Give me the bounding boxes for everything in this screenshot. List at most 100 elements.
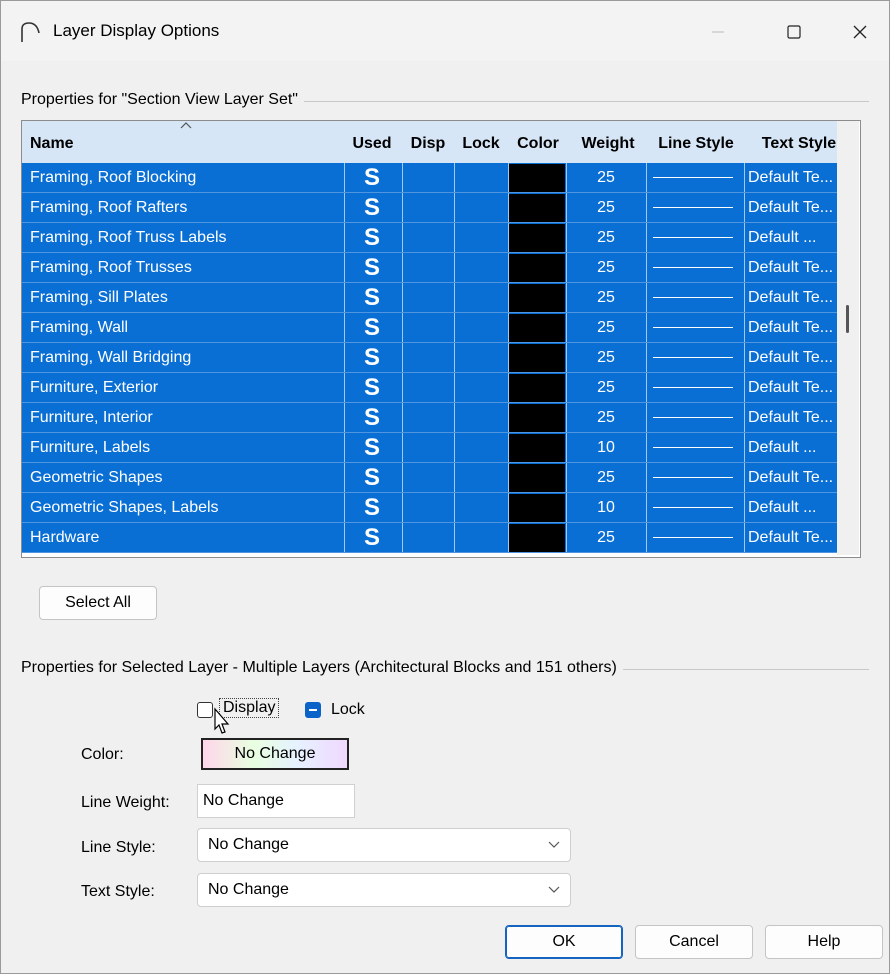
select-all-button[interactable]: Select All [39,586,157,620]
line-weight-input[interactable] [197,784,355,818]
color-swatch-cell[interactable] [509,164,565,192]
scrollbar-thumb[interactable] [846,305,849,333]
layer-name: Framing, Roof Rafters [30,199,188,216]
line-weight-value[interactable]: 25 [568,223,644,252]
table-row[interactable]: Furniture, Exterior S 25 Default Te... [22,373,858,403]
used-indicator[interactable]: S [344,463,400,492]
table-scrollbar[interactable] [837,121,859,555]
line-style-preview[interactable] [653,237,733,238]
used-indicator[interactable]: S [344,403,400,432]
table-row[interactable]: Framing, Roof Rafters S 25 Default Te... [22,193,858,223]
line-style-preview[interactable] [653,447,733,448]
layer-name: Framing, Sill Plates [30,289,168,306]
line-style-preview[interactable] [653,537,733,538]
used-indicator[interactable]: S [344,433,400,462]
used-indicator[interactable]: S [344,253,400,282]
line-weight-value[interactable]: 25 [568,373,644,402]
line-weight-value[interactable]: 25 [568,253,644,282]
column-header-used[interactable]: Used [344,121,400,163]
column-header-lock[interactable]: Lock [454,121,508,163]
layer-display-options-dialog: Layer Display Options Properties for "Se… [0,0,890,974]
table-row[interactable]: Framing, Roof Truss Labels S 25 Default … [22,223,858,253]
column-header-disp[interactable]: Disp [402,121,454,163]
line-style-preview[interactable] [653,507,733,508]
lock-checkbox-indeterminate[interactable] [305,702,321,718]
line-style-select[interactable]: No Change [197,828,571,862]
table-row[interactable]: Geometric Shapes S 25 Default Te... [22,463,858,493]
table-row[interactable]: Furniture, Interior S 25 Default Te... [22,403,858,433]
line-style-preview[interactable] [653,477,733,478]
layer-name: Hardware [30,529,100,546]
color-swatch-cell[interactable] [509,404,565,432]
line-style-preview[interactable] [653,207,733,208]
color-swatch-cell[interactable] [509,254,565,282]
layer-name: Geometric Shapes [30,469,163,486]
layer-table[interactable]: Name Used Disp Lock Color Weight Line St… [21,120,861,558]
line-weight-value[interactable]: 10 [568,493,644,522]
used-indicator[interactable]: S [344,193,400,222]
table-row[interactable]: Hardware S 25 Default Te... [22,523,858,553]
table-row[interactable]: Framing, Roof Trusses S 25 Default Te... [22,253,858,283]
title-bar: Layer Display Options [1,1,889,61]
used-indicator[interactable]: S [344,373,400,402]
line-style-preview[interactable] [653,297,733,298]
ok-button[interactable]: OK [505,925,623,959]
layer-name: Geometric Shapes, Labels [30,499,219,516]
table-row[interactable]: Framing, Roof Blocking S 25 Default Te..… [22,163,858,193]
color-swatch-cell[interactable] [509,224,565,252]
line-style-preview[interactable] [653,417,733,418]
line-weight-value[interactable]: 25 [568,523,644,552]
line-style-preview[interactable] [653,327,733,328]
column-header-line-style[interactable]: Line Style [648,121,744,163]
color-swatch-cell[interactable] [509,434,565,462]
line-style-preview[interactable] [653,357,733,358]
color-swatch-cell[interactable] [509,464,565,492]
color-swatch-cell[interactable] [509,344,565,372]
color-picker-button[interactable]: No Change [201,738,349,770]
table-row[interactable]: Furniture, Labels S 10 Default ... [22,433,858,463]
line-weight-value[interactable]: 25 [568,343,644,372]
line-style-label: Line Style: [81,839,156,856]
line-weight-value[interactable]: 25 [568,163,644,192]
text-style-select[interactable]: No Change [197,873,571,907]
table-row[interactable]: Framing, Sill Plates S 25 Default Te... [22,283,858,313]
cancel-button[interactable]: Cancel [635,925,753,959]
line-weight-value[interactable]: 25 [568,193,644,222]
line-style-preview[interactable] [653,177,733,178]
color-swatch-cell[interactable] [509,374,565,402]
help-button[interactable]: Help [765,925,883,959]
line-style-preview[interactable] [653,267,733,268]
color-swatch-cell[interactable] [509,314,565,342]
table-row[interactable]: Framing, Wall S 25 Default Te... [22,313,858,343]
lock-label[interactable]: Lock [331,701,365,719]
line-style-preview[interactable] [653,387,733,388]
table-row[interactable]: Geometric Shapes, Labels S 10 Default ..… [22,493,858,523]
color-swatch-cell[interactable] [509,524,565,552]
maximize-button[interactable] [771,15,817,49]
used-indicator[interactable]: S [344,313,400,342]
layer-name: Framing, Roof Trusses [30,259,192,276]
chevron-down-icon [548,841,560,848]
color-swatch-cell[interactable] [509,194,565,222]
selected-layer-group-label: Properties for Selected Layer - Multiple… [21,659,623,677]
line-weight-value[interactable]: 25 [568,463,644,492]
line-weight-value[interactable]: 25 [568,283,644,312]
minimize-button[interactable] [695,15,741,49]
used-indicator[interactable]: S [344,493,400,522]
color-swatch-cell[interactable] [509,494,565,522]
used-indicator[interactable]: S [344,343,400,372]
column-header-weight[interactable]: Weight [570,121,646,163]
maximize-icon [787,25,801,39]
line-weight-value[interactable]: 10 [568,433,644,462]
line-weight-value[interactable]: 25 [568,403,644,432]
close-button[interactable] [837,15,883,49]
used-indicator[interactable]: S [344,223,400,252]
used-indicator[interactable]: S [344,283,400,312]
column-header-color[interactable]: Color [510,121,566,163]
line-weight-value[interactable]: 25 [568,313,644,342]
used-indicator[interactable]: S [344,523,400,552]
table-row[interactable]: Framing, Wall Bridging S 25 Default Te..… [22,343,858,373]
color-swatch-cell[interactable] [509,284,565,312]
column-header-name[interactable]: Name [30,121,74,163]
used-indicator[interactable]: S [344,163,400,192]
